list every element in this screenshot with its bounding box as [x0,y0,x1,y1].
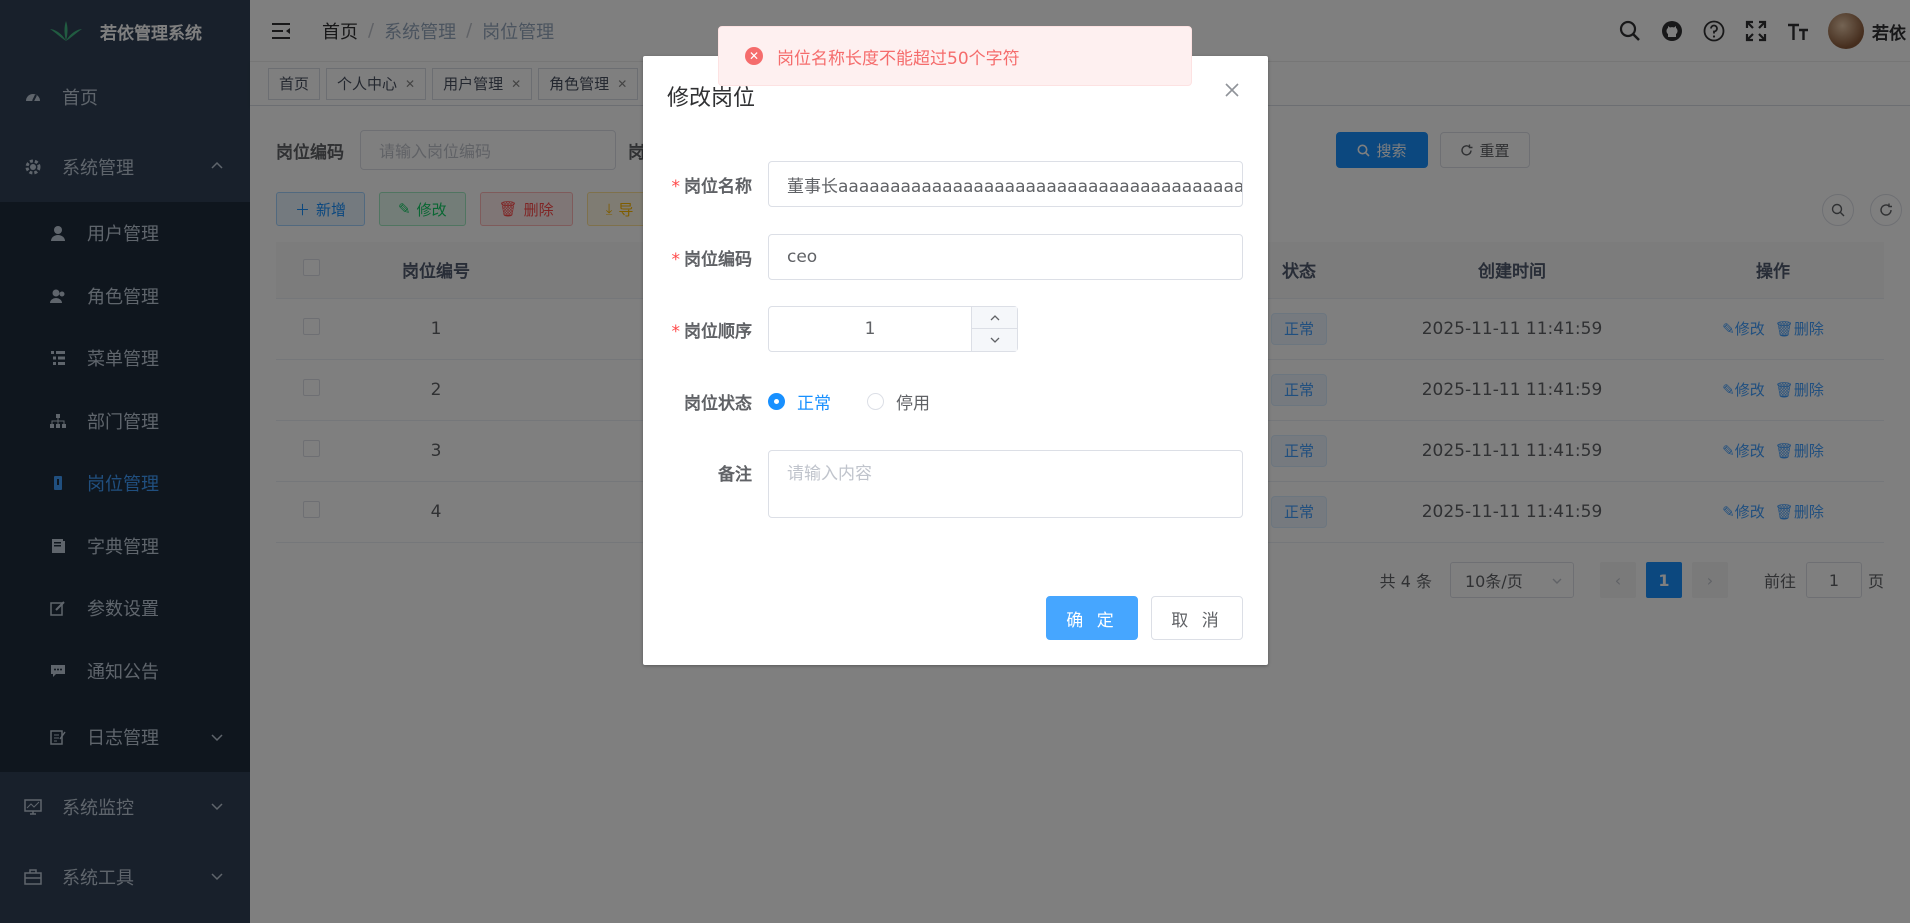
error-message: ✕ 岗位名称长度不能超过50个字符 [718,26,1192,86]
post-code-label: * 岗位编码 [671,249,753,270]
post-name-input[interactable]: 董事长aaaaaaaaaaaaaaaaaaaaaaaaaaaaaaaaaaaaa… [768,161,1243,207]
form-row-remark: 备注 请输入内容 [643,450,1268,520]
increment-button[interactable] [972,307,1017,329]
close-icon[interactable] [1224,82,1240,98]
remark-textarea[interactable]: 请输入内容 [768,450,1243,518]
form-row-name: * 岗位名称 董事长aaaaaaaaaaaaaaaaaaaaaaaaaaaaaaa… [643,161,1268,207]
post-code-input[interactable]: ceo [768,234,1243,280]
post-status-label: 岗位状态 [684,393,752,414]
radio-label: 停用 [896,393,930,414]
status-radio-group: 正常 停用 [768,389,966,414]
remark-label: 备注 [718,465,752,485]
chevron-down-icon [990,337,999,343]
post-name-label: * 岗位名称 [671,176,753,197]
status-radio-disabled[interactable]: 停用 [867,389,930,414]
form-row-sort: * 岗位顺序 1 [643,306,1268,352]
stepper-controls [971,307,1017,351]
error-icon: ✕ [745,47,763,65]
radio-dot [867,392,884,410]
confirm-button[interactable]: 确 定 [1046,596,1138,640]
post-sort-label: * 岗位顺序 [671,321,753,342]
post-sort-value: 1 [864,319,876,339]
status-radio-normal[interactable]: 正常 [768,389,831,414]
form-row-status: 岗位状态 正常 停用 [643,378,1268,424]
edit-post-dialog: 修改岗位 * 岗位名称 董事长aaaaaaaaaaaaaaaaaaaaaaaaaa… [643,56,1268,665]
decrement-button[interactable] [972,329,1017,351]
post-sort-stepper[interactable]: 1 [768,306,1018,352]
chevron-up-icon [990,314,999,320]
cancel-button[interactable]: 取 消 [1151,596,1243,640]
radio-dot [768,392,785,410]
form-row-code: * 岗位编码 ceo [643,234,1268,280]
error-message-text: 岗位名称长度不能超过50个字符 [777,48,1020,69]
radio-label: 正常 [797,393,831,414]
